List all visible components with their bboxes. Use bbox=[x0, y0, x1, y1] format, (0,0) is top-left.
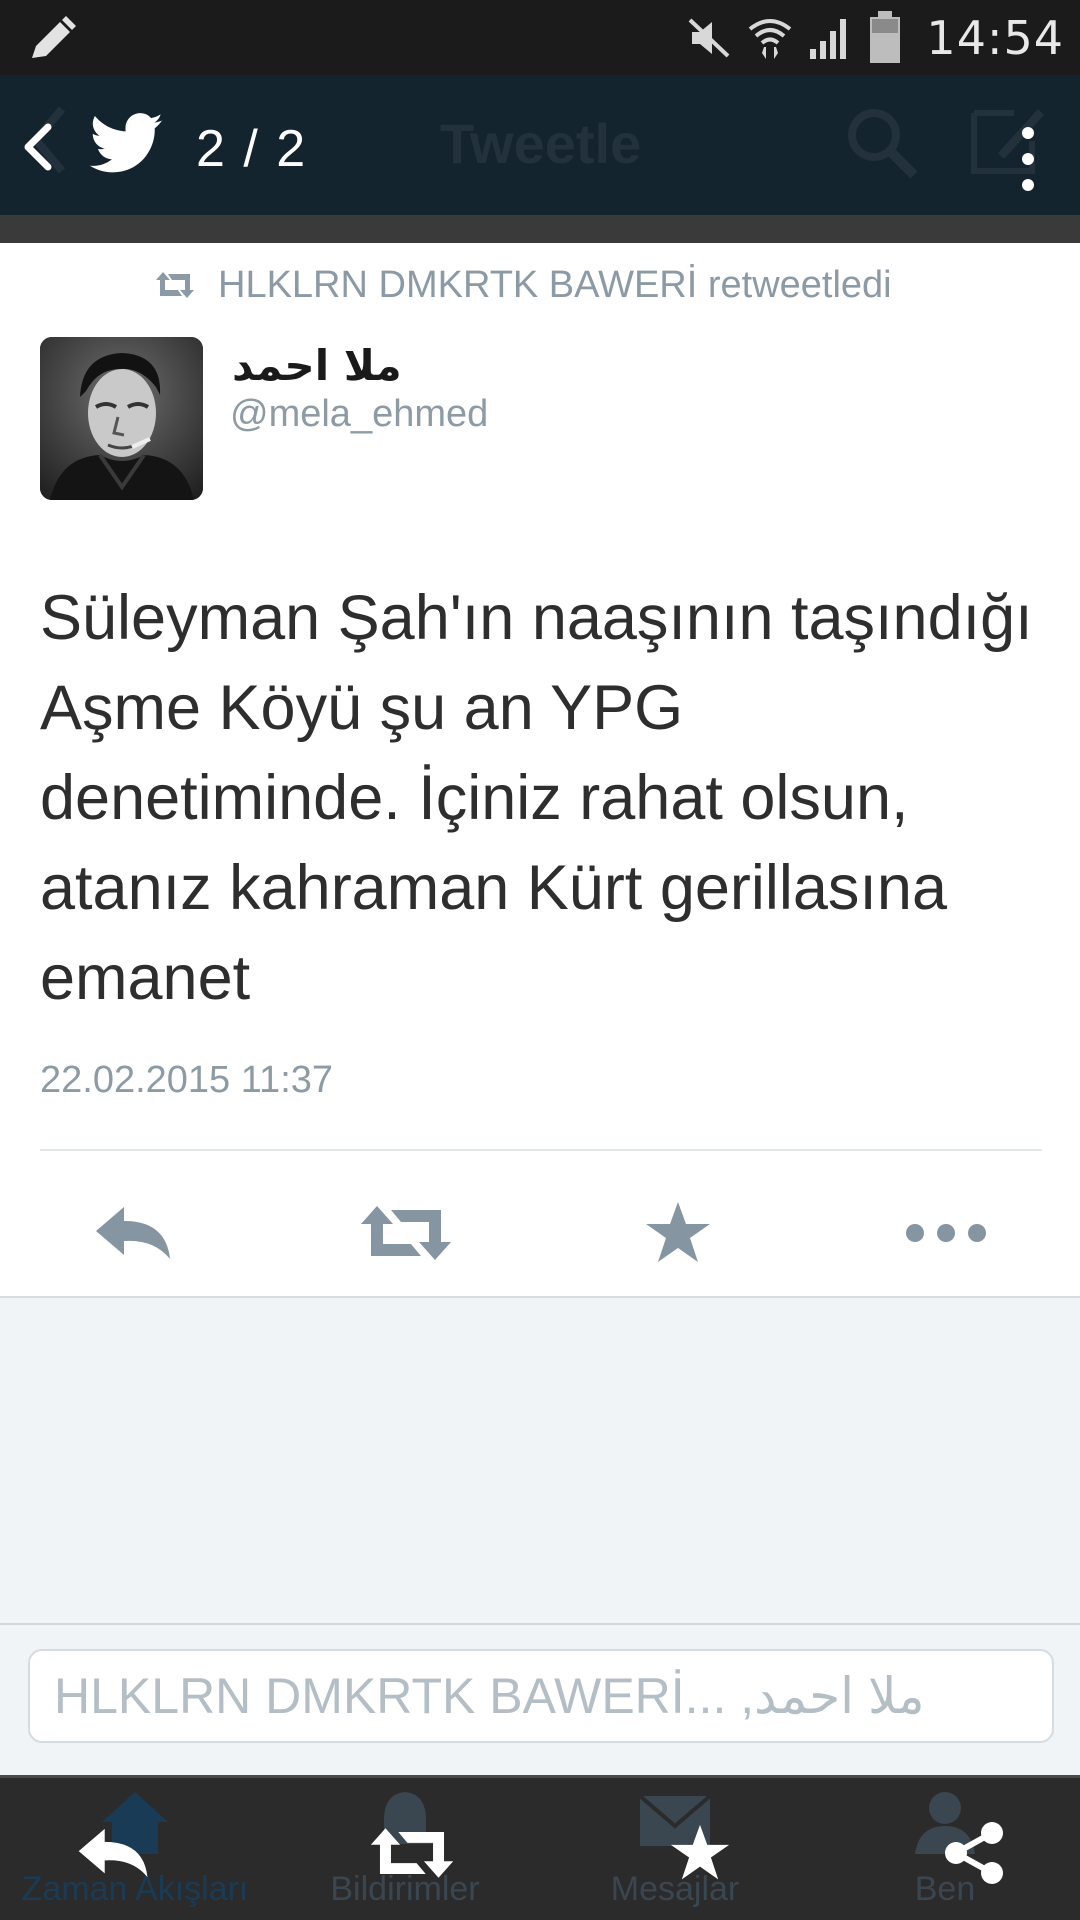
pencil-icon bbox=[32, 16, 76, 58]
reply-button[interactable] bbox=[74, 1183, 194, 1283]
twitter-bird-icon[interactable] bbox=[90, 111, 164, 177]
screen: 14:54 Tweetle 2 / 2 HLKLRN DMKRTK BAWERİ… bbox=[0, 0, 1080, 1920]
bottom-reply-button[interactable] bbox=[64, 1808, 164, 1898]
wifi-icon bbox=[749, 19, 792, 59]
battery-icon bbox=[870, 11, 901, 63]
share-icon bbox=[945, 1822, 1003, 1884]
favorite-icon bbox=[670, 1824, 730, 1880]
tweet-card: HLKLRN DMKRTK BAWERİ retweetledi ملا احم… bbox=[0, 243, 1080, 1298]
favorite-icon bbox=[646, 1202, 710, 1262]
ghost-search-icon bbox=[848, 109, 918, 179]
divider bbox=[40, 1149, 1042, 1151]
back-icon[interactable] bbox=[18, 121, 58, 173]
retweeted-by[interactable]: HLKLRN DMKRTK BAWERİ retweetledi bbox=[152, 259, 892, 311]
signal-icon bbox=[810, 19, 847, 59]
reply-icon bbox=[78, 1828, 148, 1878]
retweet-icon bbox=[361, 1206, 451, 1260]
user-handle[interactable]: @mela_ehmed bbox=[230, 393, 488, 436]
display-name[interactable]: ملا احمد bbox=[232, 341, 402, 390]
clock: 14:54 bbox=[926, 11, 1064, 65]
action-bar-shadow bbox=[0, 215, 1080, 243]
action-bar: Tweetle 2 / 2 bbox=[0, 75, 1080, 215]
mute-icon bbox=[689, 18, 730, 58]
bottom-retweet-button[interactable] bbox=[362, 1808, 462, 1898]
retweet-button[interactable] bbox=[346, 1183, 466, 1283]
reply-composer bbox=[0, 1625, 1080, 1775]
status-icons: 14:54 bbox=[686, 8, 1064, 68]
reply-icon bbox=[96, 1207, 170, 1259]
overflow-menu-icon[interactable] bbox=[1016, 125, 1040, 193]
tweet-text: Süleyman Şah'ın naaşının taşındığı Aşme … bbox=[40, 583, 1033, 1013]
retweeted-by-text: HLKLRN DMKRTK BAWERİ retweetledi bbox=[218, 263, 892, 306]
ghost-title: Tweetle bbox=[440, 112, 642, 175]
more-icon bbox=[906, 1224, 986, 1242]
retweet-icon bbox=[370, 1828, 454, 1878]
favorite-button[interactable] bbox=[618, 1183, 738, 1283]
more-button[interactable] bbox=[886, 1183, 1006, 1283]
reply-input[interactable] bbox=[28, 1649, 1054, 1743]
bottom-favorite-button[interactable] bbox=[650, 1808, 750, 1898]
avatar[interactable] bbox=[40, 337, 203, 500]
status-bar: 14:54 bbox=[0, 0, 1080, 75]
bottom-share-button[interactable] bbox=[924, 1808, 1024, 1898]
tweet-actions bbox=[0, 1183, 1080, 1283]
tweet-counter: 2 / 2 bbox=[196, 120, 308, 178]
bottom-bar: Zaman Akışları Bildirimler Mesajlar Ben bbox=[0, 1775, 1080, 1920]
tweet-timestamp: 22.02.2015 11:37 bbox=[40, 1059, 334, 1101]
avatar-photo bbox=[40, 337, 203, 500]
retweet-small-icon bbox=[156, 272, 194, 298]
